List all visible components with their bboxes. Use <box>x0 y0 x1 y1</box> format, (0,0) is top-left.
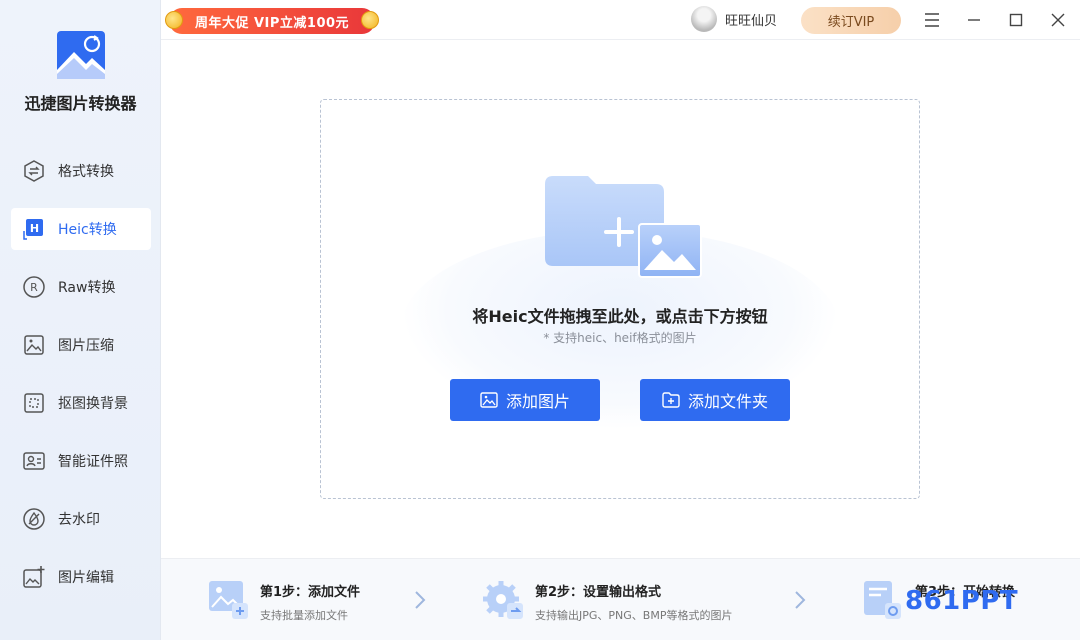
add-image-label: 添加图片 <box>505 392 570 411</box>
avatar[interactable] <box>691 6 717 32</box>
sidebar-item-raw[interactable]: R Raw转换 <box>11 266 151 308</box>
svg-text:H: H <box>30 222 39 235</box>
coin-icon <box>165 11 183 29</box>
cutout-icon <box>22 391 46 415</box>
folder-plus-icon <box>662 392 680 408</box>
maximize-icon[interactable] <box>1006 10 1026 30</box>
step-desc: 支持输出JPG、PNG、BMP等格式的图片 <box>535 609 733 622</box>
step-1: 第1步：添加文件 支持批量添加文件 <box>208 579 360 623</box>
drop-zone-title: 将Heic文件拖拽至此处，或点击下方按钮 <box>472 307 768 326</box>
sidebar-item-image-edit[interactable]: 图片编辑 <box>11 556 151 598</box>
add-folder-label: 添加文件夹 <box>687 392 768 411</box>
add-image-button[interactable]: 添加图片 <box>450 379 600 421</box>
id-photo-icon <box>22 449 46 473</box>
username[interactable]: 旺旺仙贝 <box>725 10 777 29</box>
format-convert-icon <box>22 159 46 183</box>
close-icon[interactable] <box>1048 10 1068 30</box>
sidebar-item-cutout[interactable]: 抠图换背景 <box>11 382 151 424</box>
add-folder-button[interactable]: 添加文件夹 <box>640 379 790 421</box>
raw-icon: R <box>22 275 46 299</box>
add-file-step-icon <box>209 581 248 619</box>
image-compress-icon <box>22 333 46 357</box>
convert-step-icon <box>864 581 901 619</box>
user-profile[interactable]: 旺旺仙贝 <box>691 6 777 32</box>
watermark-remove-icon <box>22 507 46 531</box>
sidebar-item-label: 智能证件照 <box>58 454 128 470</box>
step-title: 第2步：设置输出格式 <box>535 585 662 600</box>
step-desc: 支持批量添加文件 <box>260 609 348 622</box>
svg-text:R: R <box>30 281 38 294</box>
app-name: 迅捷图片转换器 <box>24 94 137 113</box>
sidebar-item-format-convert[interactable]: 格式转换 <box>11 150 151 192</box>
app-logo-icon <box>57 31 105 79</box>
sidebar-nav: 格式转换 H Heic转换 R Raw转换 图片压缩 抠图换背景 智能证件照 去… <box>11 150 151 614</box>
sidebar-item-label: 格式转换 <box>58 164 114 180</box>
sidebar-item-watermark-remove[interactable]: 去水印 <box>11 498 151 540</box>
chevron-right-icon <box>795 591 806 609</box>
sidebar-item-id-photo[interactable]: 智能证件照 <box>11 440 151 482</box>
image-edit-icon <box>22 565 46 589</box>
sidebar-item-label: 图片压缩 <box>58 338 114 354</box>
sidebar-item-label: Raw转换 <box>58 280 116 296</box>
promo-banner[interactable]: 周年大促 VIP立减100元 <box>169 8 375 34</box>
title-bar: 周年大促 VIP立减100元 旺旺仙贝 续订VIP <box>161 0 1080 40</box>
sidebar-item-heic[interactable]: H Heic转换 <box>11 208 151 250</box>
drop-zone-subtitle: * 支持heic、heif格式的图片 <box>543 331 697 345</box>
settings-step-icon <box>483 581 523 619</box>
step-2: 第2步：设置输出格式 支持输出JPG、PNG、BMP等格式的图片 <box>483 579 732 623</box>
renew-vip-button[interactable]: 续订VIP <box>801 7 901 34</box>
sidebar-item-label: Heic转换 <box>58 222 117 238</box>
sidebar-item-label: 图片编辑 <box>58 570 114 586</box>
add-folder-illustration-icon <box>545 176 702 278</box>
image-icon <box>480 392 498 408</box>
menu-icon[interactable] <box>922 10 942 30</box>
sidebar-item-image-compress[interactable]: 图片压缩 <box>11 324 151 366</box>
step-title: 第1步：添加文件 <box>260 585 361 600</box>
minimize-icon[interactable] <box>964 10 984 30</box>
sidebar-item-label: 去水印 <box>58 512 100 528</box>
chevron-right-icon <box>415 591 426 609</box>
heic-icon: H <box>22 217 46 241</box>
sidebar-item-label: 抠图换背景 <box>58 396 128 412</box>
watermark-logo: 861PPT <box>905 586 1019 616</box>
sidebar: 迅捷图片转换器 格式转换 H Heic转换 R Raw转换 图片压缩 抠图换背景… <box>0 0 161 640</box>
coin-icon <box>361 11 379 29</box>
